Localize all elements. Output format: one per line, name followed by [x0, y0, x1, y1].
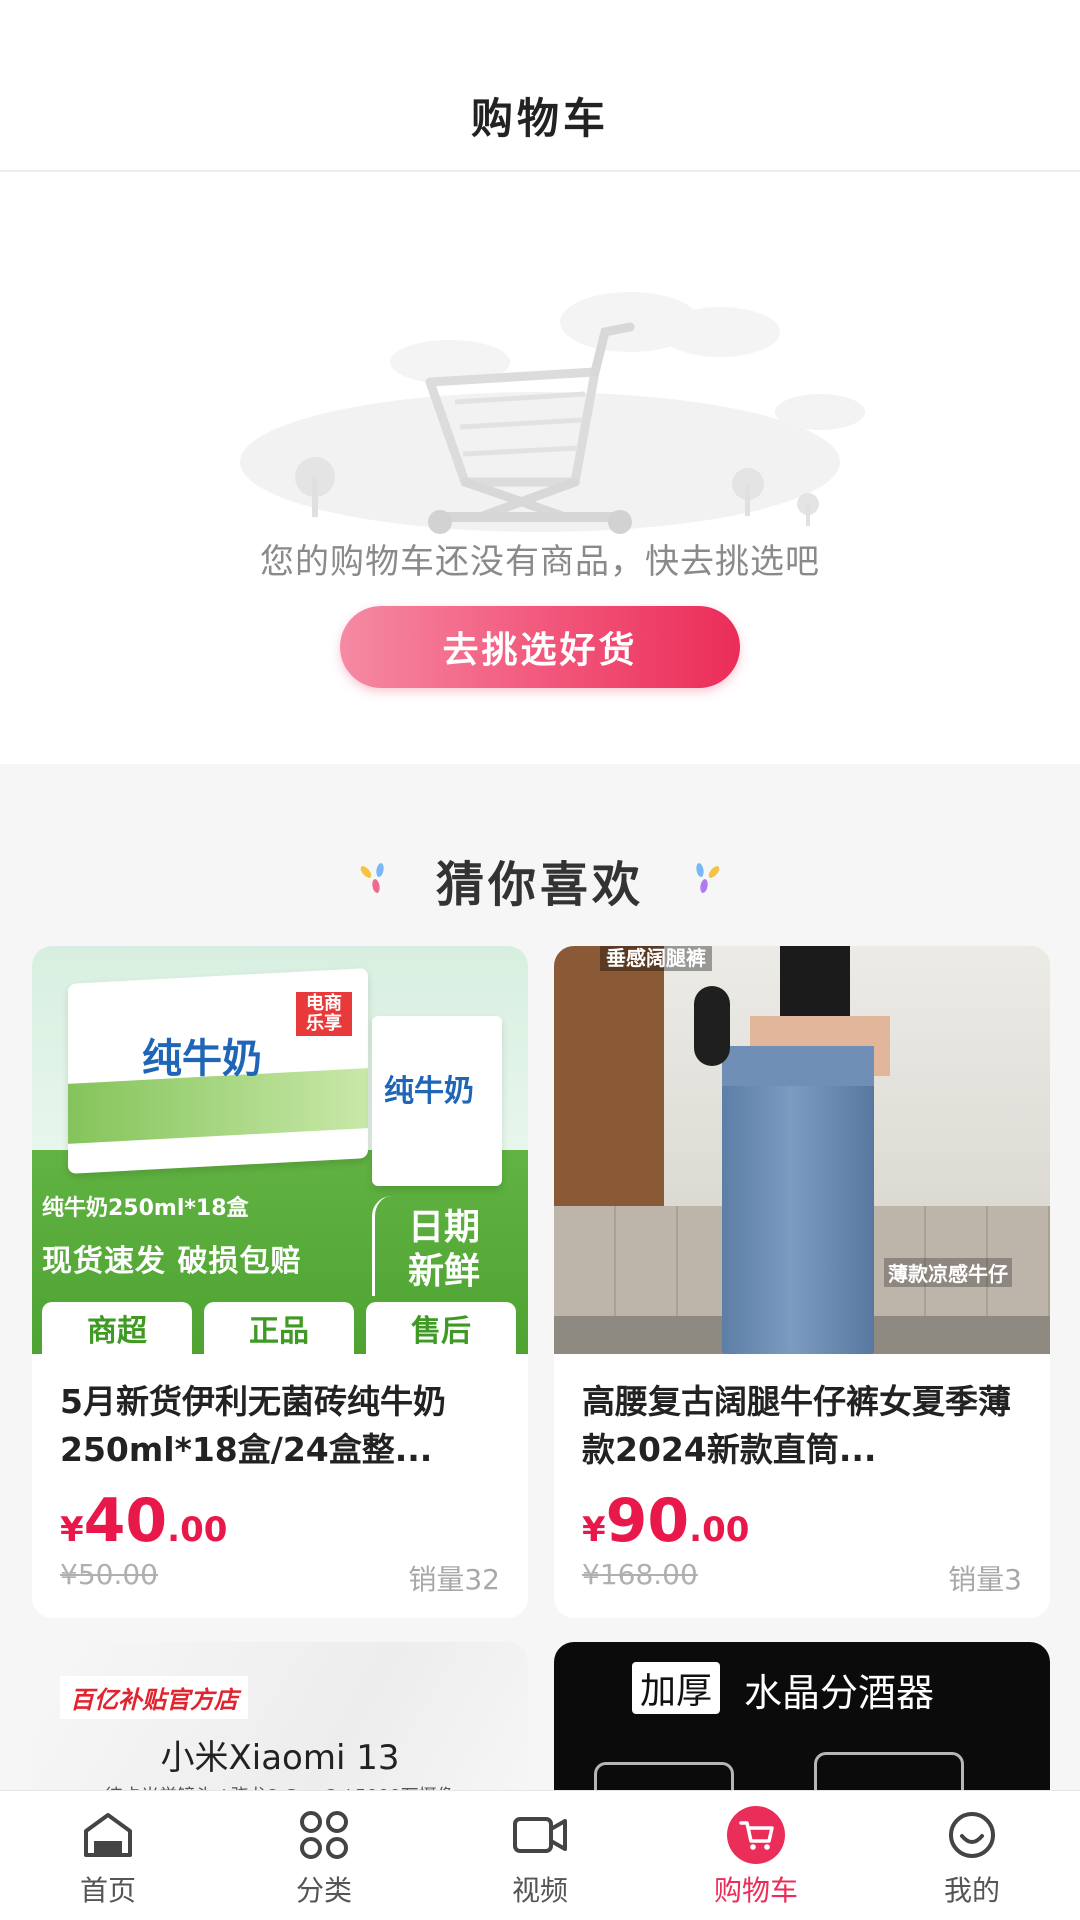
product-card[interactable]: 纯牛奶 电商乐享 纯牛奶 纯牛奶250ml*18盒 现货速发 破损包赔 日期 新…	[32, 946, 528, 1618]
page-title: 购物车	[470, 93, 609, 143]
nav-label: 购物车	[713, 1874, 798, 1907]
product-price: ¥ 40 .00	[60, 1486, 227, 1556]
nav-home[interactable]: 首页	[0, 1791, 216, 1920]
product-headline: 水晶分酒器	[744, 1671, 935, 1715]
image-caption-right: 薄款凉感牛仔	[884, 1258, 1012, 1287]
nav-video[interactable]: 视频	[432, 1791, 648, 1920]
nav-label: 视频	[511, 1874, 568, 1907]
video-icon	[510, 1805, 570, 1865]
bottom-nav: 首页 分类 视频 购物车 我的	[0, 1790, 1080, 1920]
product-spec-banner: 纯牛奶250ml*18盒	[42, 1196, 249, 1221]
product-card[interactable]: 垂感阔腿裤 薄款凉感牛仔 高腰复古阔腿牛仔裤女夏季薄款2024新款直筒... ¥…	[554, 946, 1050, 1618]
price-symbol: ¥	[582, 1510, 606, 1550]
sparkle-left-icon	[360, 863, 384, 893]
nav-category[interactable]: 分类	[216, 1791, 432, 1920]
page-header: 购物车	[0, 60, 1080, 172]
nav-cart[interactable]: 购物车	[648, 1791, 864, 1920]
product-image[interactable]: 垂感阔腿裤 薄款凉感牛仔	[554, 946, 1050, 1354]
cart-icon	[726, 1805, 786, 1865]
milk-carton-label: 纯牛奶	[384, 1074, 474, 1109]
empty-cart-message: 您的购物车还没有商品，快去挑选吧	[260, 542, 820, 582]
tag-genuine: 正品	[204, 1302, 354, 1354]
nav-profile[interactable]: 我的	[864, 1791, 1080, 1920]
nav-label: 我的	[943, 1874, 1000, 1907]
product-title[interactable]: 高腰复古阔腿牛仔裤女夏季薄款2024新款直筒...	[582, 1378, 1022, 1474]
product-title[interactable]: 5月新货伊利无菌砖纯牛奶250ml*18盒/24盒整...	[60, 1378, 500, 1474]
empty-cart-illustration	[240, 292, 865, 534]
image-caption-top: 垂感阔腿裤	[600, 946, 712, 971]
price-integer: 40	[83, 1486, 168, 1556]
category-icon	[294, 1805, 354, 1865]
fresh-date-line2: 新鲜	[408, 1251, 481, 1292]
product-image[interactable]: 纯牛奶 电商乐享 纯牛奶 纯牛奶250ml*18盒 现货速发 破损包赔 日期 新…	[32, 946, 528, 1354]
sales-count: 销量3	[948, 1563, 1022, 1596]
tag-after-sales: 售后	[366, 1302, 516, 1354]
nav-label: 首页	[79, 1874, 136, 1907]
home-icon	[78, 1805, 138, 1865]
sales-count: 销量32	[408, 1563, 500, 1596]
recommend-title: 猜你喜欢	[435, 857, 644, 913]
original-price: ¥50.00	[60, 1558, 158, 1591]
price-integer: 90	[605, 1486, 690, 1556]
product-promo-banner: 现货速发 破损包赔	[42, 1244, 302, 1279]
store-badge: 百亿补贴官方店	[60, 1676, 248, 1719]
promo-badge: 电商乐享	[296, 992, 352, 1036]
milk-box-label: 纯牛奶	[142, 1036, 262, 1082]
nav-label: 分类	[295, 1874, 352, 1907]
tag-mall: 商超	[42, 1302, 192, 1354]
profile-icon	[942, 1805, 1002, 1865]
original-price: ¥168.00	[582, 1558, 698, 1591]
product-price: ¥ 90 .00	[582, 1486, 749, 1556]
sparkle-right-icon	[696, 863, 720, 893]
product-model-name: 小米Xiaomi 13	[160, 1738, 400, 1778]
empty-cart-section: 您的购物车还没有商品，快去挑选吧 去挑选好货	[0, 172, 1080, 764]
price-symbol: ¥	[60, 1510, 84, 1550]
thick-badge: 加厚	[632, 1662, 721, 1714]
recommend-header: 猜你喜欢	[0, 820, 1080, 940]
price-decimal: .00	[689, 1510, 750, 1550]
price-decimal: .00	[167, 1510, 228, 1550]
go-shopping-button[interactable]: 去挑选好货	[340, 606, 740, 688]
status-bar	[0, 0, 1080, 60]
